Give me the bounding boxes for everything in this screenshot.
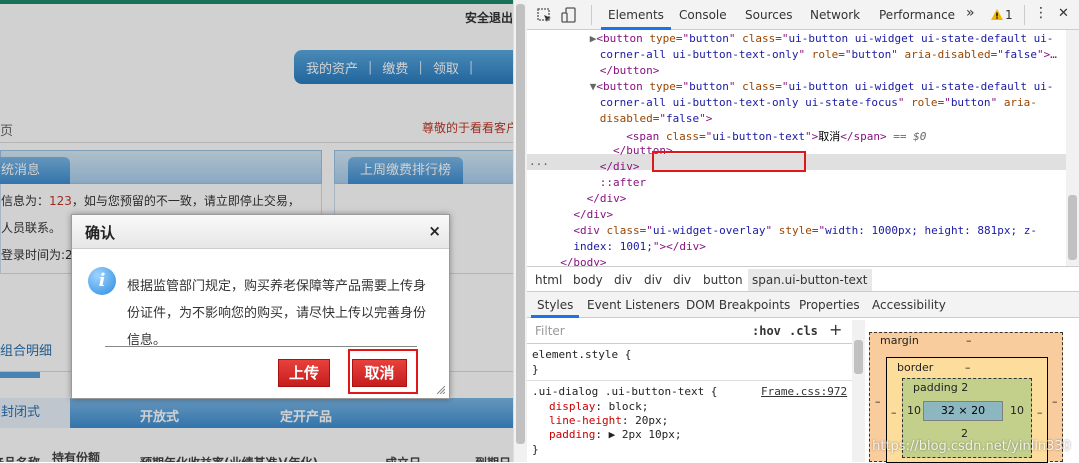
crumb-button[interactable]: button [703, 273, 743, 287]
crumb-span-selected[interactable]: span.ui-button-text [748, 269, 872, 291]
cancel-highlight-box [348, 349, 418, 394]
border-left-value: – [891, 406, 897, 419]
dialog-divider [105, 346, 417, 347]
warning-count[interactable]: 1 [1005, 8, 1013, 22]
upload-button[interactable]: 上传 [278, 359, 330, 387]
subtab-accessibility[interactable]: Accessibility [872, 298, 946, 312]
devtools-toolbar: Elements Console Sources Network Perform… [527, 0, 1079, 30]
rule-source-link[interactable]: Frame.css:972 [761, 385, 847, 398]
devtools-menu-icon[interactable]: ⋮ [1034, 5, 1048, 21]
dom-line[interactable]: </div> [573, 208, 613, 221]
rule-selector[interactable]: .ui-dialog .ui-button-text { [532, 385, 717, 398]
tab-performance[interactable]: Performance [879, 8, 955, 22]
dom-line[interactable]: ▼<button type="button" class="ui-button … [590, 80, 1054, 93]
watermark-text: https://blog.csdn.net/yinlin330 [872, 439, 1071, 454]
dom-line[interactable]: </div> [600, 160, 640, 173]
crumb-div[interactable]: div [673, 273, 691, 287]
styles-scrollbar[interactable] [852, 320, 865, 462]
style-prop-display[interactable]: display: block; [549, 400, 648, 413]
dom-line-selected[interactable]: <span class="ui-button-text">取消</span> =… [626, 128, 926, 144]
device-toolbar-icon[interactable] [561, 7, 577, 25]
node-ellipsis[interactable]: ... [529, 155, 549, 168]
styles-subtabs: Styles Event Listeners DOM Breakpoints P… [527, 292, 1079, 318]
dom-line[interactable]: <div class="ui-widget-overlay" style="wi… [573, 224, 1037, 237]
cls-toggle[interactable]: .cls [789, 324, 818, 338]
dom-line[interactable]: ▶<button type="button" class="ui-button … [590, 32, 1054, 45]
styles-rules[interactable]: element.style { } .ui-dialog .ui-button-… [527, 344, 852, 462]
border-right-value: – [1037, 406, 1043, 419]
devtools-close-icon[interactable]: ✕ [1058, 6, 1069, 21]
padding-right-value: 10 [1010, 404, 1024, 417]
crumb-html[interactable]: html [535, 273, 562, 287]
tab-sources[interactable]: Sources [745, 8, 792, 22]
elements-scrollbar-thumb[interactable] [1068, 195, 1077, 260]
dom-line[interactable]: ::after [600, 176, 646, 189]
toolbar-separator [1024, 5, 1025, 25]
subtab-properties[interactable]: Properties [799, 298, 860, 312]
class-highlight-box [652, 151, 806, 172]
dialog-titlebar[interactable]: 确认 × [72, 215, 449, 249]
subtab-styles[interactable]: Styles [537, 298, 573, 312]
dialog-message: 根据监管部门规定，购买养老保障等产品需要上传身份证件，为不影响您的购买，请尽快上… [127, 279, 427, 348]
subtab-event-listeners[interactable]: Event Listeners [587, 298, 680, 312]
margin-label: margin [880, 334, 919, 347]
margin-top-value: – [966, 334, 972, 347]
add-rule-button[interactable]: + [829, 320, 842, 339]
tab-console[interactable]: Console [679, 8, 727, 22]
padding-left-value: 10 [907, 404, 921, 417]
styles-scrollbar-thumb[interactable] [854, 340, 863, 374]
rule-close-brace: } [532, 443, 539, 456]
crumb-div[interactable]: div [614, 273, 632, 287]
crumb-div[interactable]: div [644, 273, 662, 287]
dom-breadcrumb: html body div div div button span.ui-but… [527, 266, 1079, 292]
close-icon[interactable]: × [428, 222, 441, 240]
margin-left-value: – [875, 395, 881, 408]
crumb-body[interactable]: body [573, 273, 603, 287]
hov-toggle[interactable]: :hov [752, 324, 781, 338]
rule-close-brace: } [532, 363, 539, 376]
border-top-value: – [965, 361, 971, 374]
dom-line[interactable]: corner-all ui-button-text-only ui-state-… [600, 96, 1037, 109]
elements-scrollbar[interactable] [1066, 30, 1079, 266]
element-style-selector[interactable]: element.style { [532, 348, 631, 361]
page-scrollbar-thumb[interactable] [516, 4, 525, 444]
box-model-content[interactable]: 32 × 20 [923, 401, 1003, 421]
rule-divider [527, 380, 852, 381]
tab-elements[interactable]: Elements [608, 8, 664, 22]
warning-icon[interactable] [991, 9, 1003, 20]
styles-filter-bar: Filter :hov .cls + [527, 318, 865, 344]
tab-network[interactable]: Network [810, 8, 860, 22]
border-label: border [897, 361, 934, 374]
elements-tree[interactable]: ... ▶<button type="button" class="ui-but… [527, 30, 1079, 266]
dom-line[interactable]: </button> [600, 64, 660, 77]
dom-line[interactable]: </body> [560, 256, 606, 266]
style-prop-padding[interactable]: padding: ▶ 2px 10px; [549, 428, 681, 441]
page-scrollbar[interactable] [513, 0, 527, 462]
filter-input[interactable]: Filter [535, 324, 565, 338]
toolbar-separator [591, 5, 592, 25]
webpage-viewport: 安全退出 我的资产 | 缴费 | 领取 | 页 尊敬的于看看客户 统消息 信息为：12… [0, 0, 513, 462]
devtools-panel: Elements Console Sources Network Perform… [527, 0, 1079, 463]
style-prop-line-height[interactable]: line-height: 20px; [549, 414, 668, 427]
dialog-title: 确认 [85, 224, 116, 242]
dom-line[interactable]: disabled="false"> [600, 112, 713, 125]
padding-label: padding 2 [913, 381, 969, 394]
info-icon: i [88, 267, 116, 295]
dom-line[interactable]: corner-all ui-button-text-only" role="bu… [600, 48, 1057, 61]
dom-line[interactable]: index: 1001;"></div> [573, 240, 705, 253]
dom-line[interactable]: </div> [587, 192, 627, 205]
more-tabs-button[interactable]: » [966, 5, 975, 21]
inspect-element-icon[interactable] [537, 8, 553, 24]
margin-right-value: – [1052, 395, 1058, 408]
resize-grip-icon[interactable] [435, 384, 445, 394]
subtab-dom-breakpoints[interactable]: DOM Breakpoints [686, 298, 790, 312]
